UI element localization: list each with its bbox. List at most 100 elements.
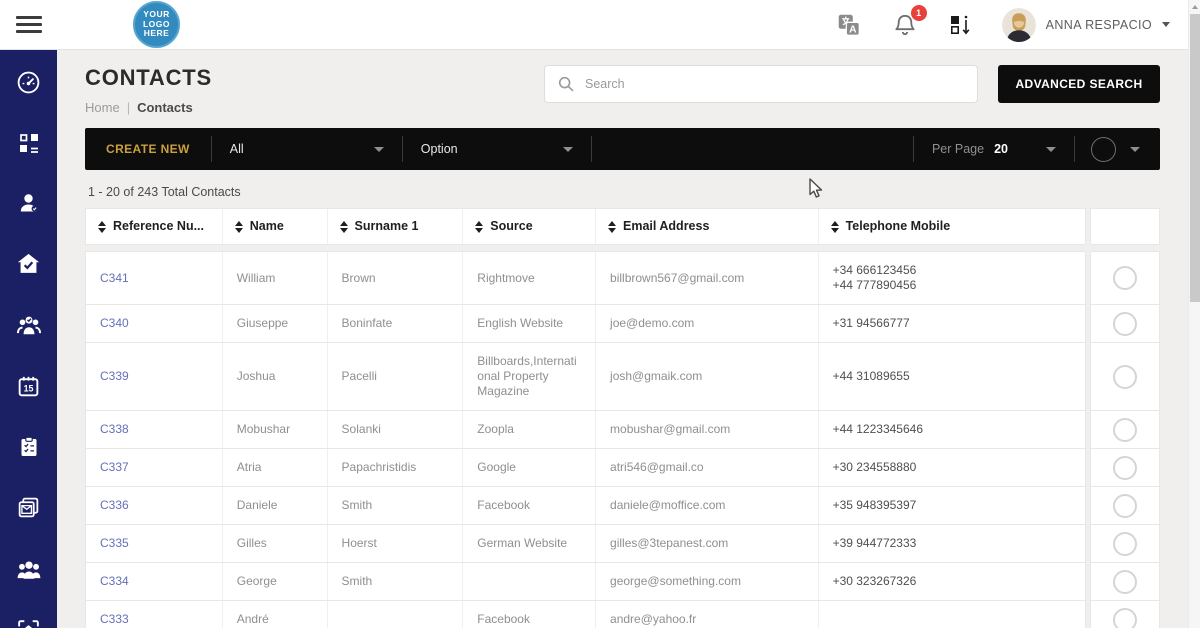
chevron-down-icon: [563, 147, 573, 152]
logo-line: HERE: [144, 29, 170, 39]
sidebar-item-dashboard[interactable]: [16, 70, 42, 95]
search-input[interactable]: [585, 77, 965, 91]
contact-ref-link[interactable]: C337: [100, 460, 129, 475]
table-row: C341 William Brown Rightmove billbrown56…: [85, 251, 1160, 305]
breadcrumb-home[interactable]: Home: [85, 100, 120, 115]
table-row: C337 Atria Papachristidis Google atri546…: [85, 449, 1160, 487]
cell-surname: Solanki: [328, 411, 464, 448]
scrollbar-thumb[interactable]: [1190, 14, 1200, 302]
row-select-radio[interactable]: [1113, 312, 1137, 336]
cell-phone: +39 944772333: [819, 525, 1085, 562]
row-select-radio[interactable]: [1113, 456, 1137, 480]
column-header-source[interactable]: Source: [463, 209, 596, 244]
menu-icon[interactable]: [16, 12, 42, 37]
cell-source: Google: [463, 449, 596, 486]
advanced-search-button[interactable]: ADVANCED SEARCH: [998, 65, 1160, 103]
cell-name: André: [223, 601, 328, 628]
chevron-down-icon: [374, 147, 384, 152]
cell-source: Facebook: [463, 487, 596, 524]
contact-ref-link[interactable]: C336: [100, 498, 129, 513]
sort-layout-icon[interactable]: [948, 13, 972, 37]
row-select-radio[interactable]: [1113, 532, 1137, 556]
user-menu[interactable]: ANNA RESPACIO: [1002, 8, 1170, 42]
per-page-label: Per Page: [932, 142, 984, 156]
cell-source: Rightmove: [463, 252, 596, 304]
user-avatar: [1002, 8, 1036, 42]
main-content: CONTACTS Home|Contacts ADVANCED SEARCH C…: [57, 50, 1188, 628]
row-select-radio[interactable]: [1113, 418, 1137, 442]
toolbar-divider: [591, 136, 592, 162]
cell-email: mobushar@gmail.com: [596, 411, 819, 448]
top-bar: YOUR LOGO HERE A 1: [0, 0, 1200, 50]
row-select-radio[interactable]: [1113, 266, 1137, 290]
cell-surname: Brown: [328, 252, 464, 304]
cell-email: gilles@3tepanest.com: [596, 525, 819, 562]
column-header-reference[interactable]: Reference Nu...: [86, 209, 223, 244]
sort-icon: [235, 221, 243, 233]
notifications-bell-icon[interactable]: 1: [892, 12, 918, 38]
cell-phone: +44 1223345646: [819, 411, 1085, 448]
sidebar-item-calendar[interactable]: 15: [16, 374, 42, 399]
mail-icon: [16, 495, 41, 520]
contact-ref-link[interactable]: C334: [100, 574, 129, 589]
list-toolbar: CREATE NEW All Option Per Page 20: [85, 128, 1160, 170]
sidebar-item-modules[interactable]: [16, 131, 42, 155]
cell-email: joe@demo.com: [596, 305, 819, 342]
contact-ref-link[interactable]: C339: [100, 369, 129, 384]
sidebar-item-contacts[interactable]: [16, 191, 42, 215]
caret-down-icon: [1162, 22, 1170, 27]
create-new-button[interactable]: CREATE NEW: [85, 142, 211, 156]
sort-icon: [340, 221, 348, 233]
breadcrumb-current: Contacts: [137, 100, 193, 115]
select-all-dropdown[interactable]: [1075, 137, 1160, 162]
column-header-name[interactable]: Name: [223, 209, 328, 244]
cell-name: Atria: [223, 449, 328, 486]
sort-icon: [475, 221, 483, 233]
translate-icon[interactable]: A: [836, 12, 862, 38]
per-page-dropdown[interactable]: Per Page 20: [914, 142, 1074, 156]
team-icon: [16, 556, 42, 583]
row-select-radio[interactable]: [1113, 570, 1137, 594]
sort-icon: [98, 221, 106, 233]
contact-ref-link[interactable]: C341: [100, 271, 129, 286]
search-box: [544, 65, 978, 103]
table-row: C336 Daniele Smith Facebook daniele@moff…: [85, 487, 1160, 525]
search-icon: [557, 75, 575, 93]
row-select-radio[interactable]: [1113, 365, 1137, 389]
row-select-radio[interactable]: [1113, 494, 1137, 518]
option-dropdown-value: Option: [421, 142, 458, 156]
table-row: C339 Joshua Pacelli Billboards,Internati…: [85, 343, 1160, 411]
cell-source: Facebook: [463, 601, 596, 628]
sidebar-item-property-scan[interactable]: [16, 618, 42, 628]
column-header-email[interactable]: Email Address: [596, 209, 819, 244]
contact-icon: [17, 191, 41, 215]
contact-ref-link[interactable]: C338: [100, 422, 129, 437]
company-logo[interactable]: YOUR LOGO HERE: [133, 1, 180, 48]
cell-phone: +34 666123456 +44 777890456: [819, 252, 1085, 304]
sidebar-item-applicants[interactable]: [16, 312, 42, 338]
contacts-page: YOUR LOGO HERE A 1: [0, 0, 1200, 628]
contact-ref-link[interactable]: C333: [100, 612, 129, 627]
scrollbar-up-button[interactable]: [1189, 0, 1200, 14]
sidebar-item-mail[interactable]: [16, 495, 42, 520]
column-header-phone[interactable]: Telephone Mobile: [819, 209, 1085, 244]
cell-email: daniele@moffice.com: [596, 487, 819, 524]
table-row: C334 George Smith george@something.com +…: [85, 563, 1160, 601]
modules-icon: [17, 131, 41, 155]
sidebar-item-team[interactable]: [16, 556, 42, 582]
cell-surname: Hoerst: [328, 525, 464, 562]
cell-surname: Pacelli: [328, 343, 464, 410]
notification-badge: 1: [911, 5, 927, 21]
column-header-surname[interactable]: Surname 1: [328, 209, 464, 244]
filter-dropdown[interactable]: All: [212, 142, 402, 156]
select-all-circle[interactable]: [1091, 137, 1116, 162]
sidebar-item-properties[interactable]: [16, 251, 42, 276]
sidebar-item-tasks[interactable]: [16, 435, 42, 459]
option-dropdown[interactable]: Option: [403, 142, 591, 156]
contact-ref-link[interactable]: C335: [100, 536, 129, 551]
row-select-radio[interactable]: [1113, 608, 1137, 628]
cell-source: [463, 563, 596, 600]
contact-ref-link[interactable]: C340: [100, 316, 129, 331]
cell-email: andre@yahoo.fr: [596, 601, 819, 628]
cell-phone: +35 948395397: [819, 487, 1085, 524]
